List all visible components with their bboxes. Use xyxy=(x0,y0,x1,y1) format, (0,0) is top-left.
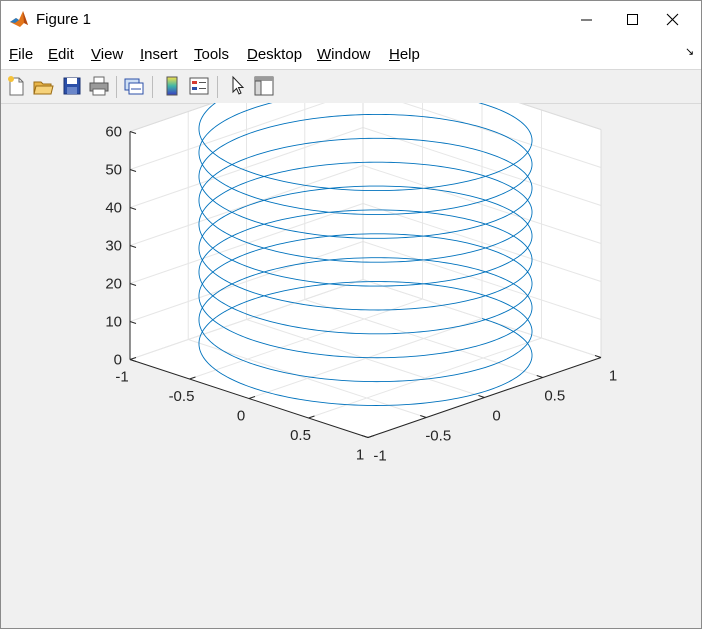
x-tick-label: 1 xyxy=(356,447,364,464)
save-icon[interactable] xyxy=(61,75,83,97)
z-tick-label: 0 xyxy=(114,352,122,369)
menu-mnemonic: H xyxy=(389,46,400,63)
figure-toolbar xyxy=(1,69,701,104)
y-tick-label: -1 xyxy=(373,448,386,465)
menu-mnemonic: E xyxy=(48,46,59,63)
menu-item-insert[interactable]: Insert xyxy=(140,46,178,63)
menu-item-desktop[interactable]: Desktop xyxy=(247,46,302,63)
close-icon xyxy=(666,13,679,26)
y-tick-label: -0.5 xyxy=(425,428,451,445)
minimize-icon xyxy=(581,19,592,21)
z-tick-label: 10 xyxy=(105,314,122,331)
x-tick-label: -0.5 xyxy=(169,388,195,405)
menu-mnemonic: T xyxy=(194,46,202,63)
menu-item-edit[interactable]: Edit xyxy=(48,46,74,63)
open-file-icon[interactable] xyxy=(32,75,54,97)
menu-label: esktop xyxy=(257,46,303,63)
new-figure-icon[interactable] xyxy=(5,75,27,97)
y-tick-label: 1 xyxy=(609,368,617,385)
menu-label: ools xyxy=(201,46,230,63)
menu-mnemonic: F xyxy=(9,46,19,63)
title-bar[interactable]: Figure 1 xyxy=(1,1,701,39)
menu-item-tools[interactable]: Tools xyxy=(194,46,229,63)
menu-item-window[interactable]: Window xyxy=(317,46,370,63)
menu-bar: File Edit View Insert Tools Desktop Window Help xyxy=(1,39,701,69)
plot3-axes[interactable]: -1-0.500.51 -1-0.500.510102030405060 xyxy=(1,51,701,628)
x-tick-label: 0.5 xyxy=(290,427,311,444)
property-inspector-icon[interactable] xyxy=(253,75,275,97)
menu-label: dit xyxy=(58,46,74,63)
menu-mnemonic: D xyxy=(247,46,258,63)
x-tick-label: 0 xyxy=(237,408,245,425)
z-tick-label: 40 xyxy=(105,200,122,217)
close-button[interactable] xyxy=(655,1,701,39)
menu-label: indow xyxy=(331,46,371,63)
menu-label: iew xyxy=(100,46,124,63)
y-tick-label: 0 xyxy=(492,408,500,425)
edit-plot-arrow-icon[interactable] xyxy=(226,75,248,97)
link-plot-icon[interactable] xyxy=(123,75,145,97)
figure-window: Figure 1 File Edit View Insert Tools Desktop W… xyxy=(0,0,702,629)
matlab-logo-icon xyxy=(10,11,28,27)
minimize-button[interactable] xyxy=(563,1,609,39)
menu-item-file[interactable]: File xyxy=(9,46,33,63)
menu-label: elp xyxy=(399,46,420,63)
axes-area[interactable]: -1 -0.5 0 0.5 1 -1 -0.5 0 0.5 1 0 10 20 30 40 50 60 xyxy=(1,51,701,628)
maximize-button[interactable] xyxy=(609,1,655,39)
menu-label: nsert xyxy=(144,46,178,63)
legend-icon[interactable] xyxy=(188,75,210,97)
z-tick-label: 50 xyxy=(105,162,122,179)
colorbar-icon[interactable] xyxy=(161,75,183,97)
z-tick-label: 30 xyxy=(105,238,122,255)
menu-item-view[interactable]: View xyxy=(91,46,123,63)
toolbar-separator xyxy=(152,76,153,98)
print-icon[interactable] xyxy=(88,75,110,97)
menu-mnemonic: V xyxy=(91,46,101,63)
toolbar-separator xyxy=(116,76,117,98)
toolbar-separator xyxy=(217,76,218,98)
window-title: Figure 1 xyxy=(36,11,92,28)
maximize-icon xyxy=(627,14,638,25)
z-tick-label: 20 xyxy=(105,276,122,293)
x-tick-label: -1 xyxy=(115,369,128,386)
y-tick-label: 0.5 xyxy=(544,388,565,405)
menu-item-help[interactable]: Help xyxy=(389,46,420,63)
z-tick-label: 60 xyxy=(105,124,122,141)
dock-arrow-icon[interactable]: ↘ xyxy=(685,45,694,58)
menu-mnemonic: W xyxy=(317,46,332,63)
menu-label: ile xyxy=(18,46,34,63)
